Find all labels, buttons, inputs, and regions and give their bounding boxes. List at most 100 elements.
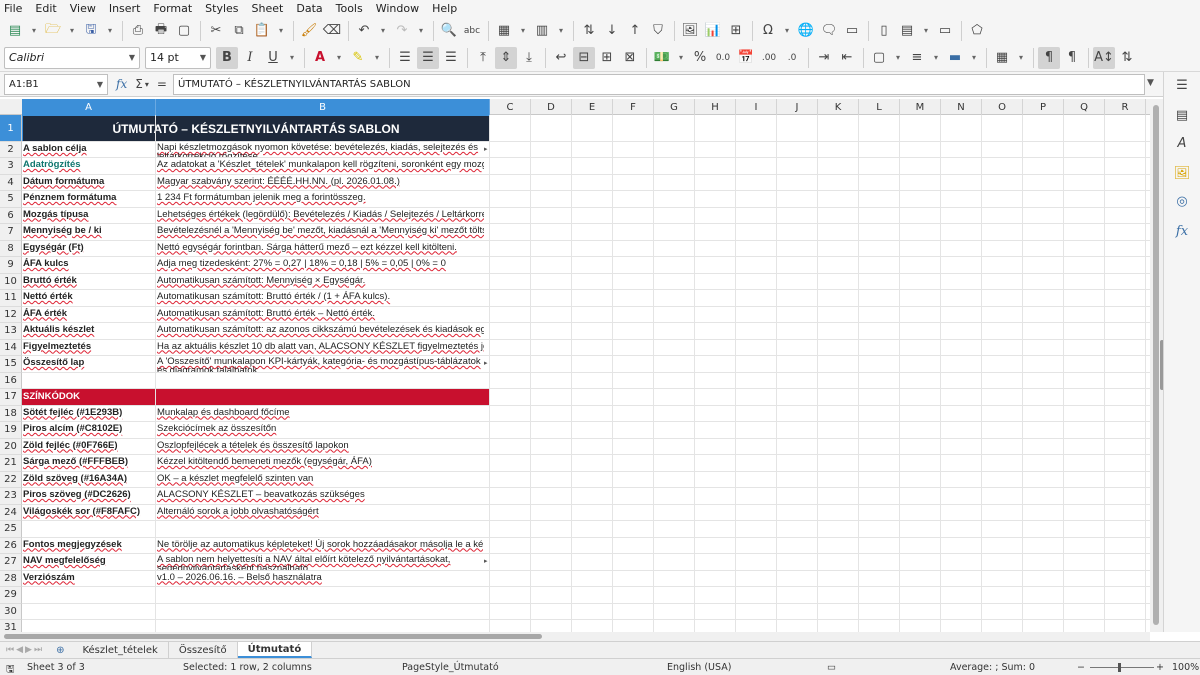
clone-formatting-icon[interactable]: 🖌 bbox=[298, 20, 320, 42]
tab-osszesito[interactable]: Összesítő bbox=[169, 642, 238, 658]
underline-button[interactable]: U bbox=[262, 47, 284, 69]
align-center-icon[interactable]: ☰ bbox=[417, 46, 439, 69]
border-color-dropdown-icon[interactable]: ▾ bbox=[967, 47, 981, 69]
currency-format-icon[interactable]: 💵 bbox=[651, 47, 673, 69]
cell-a14[interactable]: Figyelmeztetés bbox=[22, 341, 154, 356]
cut-icon[interactable]: ✂ bbox=[205, 20, 227, 42]
menu-item-sheet[interactable]: Sheet bbox=[252, 2, 284, 15]
column-header-j[interactable]: J bbox=[777, 99, 818, 115]
sort-icon[interactable]: ⇅ bbox=[578, 20, 600, 42]
borders-dropdown-icon[interactable]: ▾ bbox=[891, 47, 905, 69]
column-header-m[interactable]: M bbox=[900, 99, 941, 115]
hyperlink-icon[interactable]: 🌐 bbox=[795, 20, 817, 42]
column-header-i[interactable]: I bbox=[736, 99, 777, 115]
italic-button[interactable]: I bbox=[239, 47, 261, 69]
cell-b23[interactable]: ALACSONY KÉSZLET – beavatkozás szükséges bbox=[156, 489, 484, 504]
cell-a15[interactable]: Összesítő lap bbox=[22, 357, 154, 372]
cell-b11[interactable]: Automatikusan számított: Bruttó érték / … bbox=[156, 291, 484, 306]
column-dropdown-icon[interactable]: ▾ bbox=[554, 20, 568, 42]
comment-icon[interactable]: 🗨 bbox=[818, 20, 840, 42]
formula-input[interactable]: ÚTMUTATÓ – KÉSZLETNYILVÁNTARTÁS SABLON bbox=[173, 74, 1145, 95]
cell-b3[interactable]: Az adatokat a 'Készlet_tételek' munkalap… bbox=[156, 159, 484, 174]
cell-b14[interactable]: Ha az aktuális készlet 10 db alatt van, … bbox=[156, 341, 484, 356]
number-format-button[interactable]: 0.0 bbox=[712, 47, 734, 69]
currency-dropdown-icon[interactable]: ▾ bbox=[674, 47, 688, 69]
special-character-dropdown-icon[interactable]: ▾ bbox=[780, 20, 794, 42]
expand-formula-bar-icon[interactable]: ▼ bbox=[1147, 78, 1154, 88]
cell-b21[interactable]: Kézzel kitöltendő bemeneti mezők (egység… bbox=[156, 456, 484, 471]
sum-dropdown-icon[interactable]: ▾ bbox=[145, 80, 149, 89]
wrap-text-icon[interactable]: ↩ bbox=[550, 47, 572, 69]
cell-a8[interactable]: Egységár (Ft) bbox=[22, 242, 154, 257]
border-style-icon[interactable]: ≡ bbox=[906, 47, 928, 69]
properties-icon[interactable]: ▤ bbox=[1173, 106, 1191, 124]
column-header-r[interactable]: R bbox=[1105, 99, 1146, 115]
cell-b22[interactable]: OK – a készlet megfelelő szinten van bbox=[156, 473, 484, 488]
column-header-a[interactable]: A bbox=[22, 99, 156, 115]
row-header-14[interactable]: 14 bbox=[0, 339, 22, 356]
undo-icon[interactable]: ↶ bbox=[353, 20, 375, 42]
save-dropdown-icon[interactable]: ▾ bbox=[103, 20, 117, 42]
zoom-out-icon[interactable]: − bbox=[1077, 662, 1085, 673]
insert-image-icon[interactable]: 🖼 bbox=[679, 20, 701, 42]
cell-a20[interactable]: Zöld fejléc (#0F766E) bbox=[22, 440, 154, 455]
cell-a5[interactable]: Pénznem formátuma bbox=[22, 192, 154, 207]
menu-item-edit[interactable]: Edit bbox=[35, 2, 56, 15]
row-header-20[interactable]: 20 bbox=[0, 438, 22, 455]
cell-b15[interactable]: A 'Összesítő' munkalapon KPI-kártyák, ka… bbox=[156, 357, 484, 372]
cell-a28[interactable]: Verziószám bbox=[22, 572, 154, 587]
ltr-text-icon[interactable]: ¶ bbox=[1038, 46, 1060, 69]
menu-item-tools[interactable]: Tools bbox=[336, 2, 363, 15]
column-header-e[interactable]: E bbox=[572, 99, 613, 115]
sum-icon[interactable]: Σ bbox=[135, 77, 143, 91]
row-header-3[interactable]: 3 bbox=[0, 158, 22, 175]
open-dropdown-icon[interactable]: ▾ bbox=[65, 20, 79, 42]
formula-equals-icon[interactable]: = bbox=[157, 77, 167, 91]
row-header-19[interactable]: 19 bbox=[0, 422, 22, 439]
align-right-icon[interactable]: ☰ bbox=[440, 47, 462, 69]
function-wizard-icon[interactable]: fx bbox=[116, 77, 127, 91]
print-icon[interactable]: 🖶 bbox=[150, 20, 172, 42]
row-header-13[interactable]: 13 bbox=[0, 323, 22, 340]
zoom-in-icon[interactable]: + bbox=[1156, 662, 1164, 673]
font-name-box[interactable]: Calibri ▼ bbox=[4, 46, 140, 69]
row-header-7[interactable]: 7 bbox=[0, 224, 22, 241]
cell-a24[interactable]: Világoskék sor (#F8FAFC) bbox=[22, 506, 154, 521]
print-preview-icon[interactable]: ▢ bbox=[173, 20, 195, 42]
styles-icon[interactable]: A bbox=[1173, 134, 1191, 152]
row-header-21[interactable]: 21 bbox=[0, 455, 22, 472]
menu-item-format[interactable]: Format bbox=[153, 2, 192, 15]
sort-descending-icon[interactable]: ↑ bbox=[624, 20, 646, 42]
underline-dropdown-icon[interactable]: ▾ bbox=[285, 47, 299, 69]
cell-a3[interactable]: Adatrögzítés bbox=[22, 159, 154, 174]
hamburger-menu-icon[interactable]: ☰ bbox=[1173, 76, 1191, 94]
name-box[interactable]: A1:B1 ▼ bbox=[4, 73, 108, 95]
font-color-dropdown-icon[interactable]: ▾ bbox=[332, 47, 346, 69]
menu-item-data[interactable]: Data bbox=[296, 2, 322, 15]
cell-b24[interactable]: Alternáló sorok a jobb olvashatóságért bbox=[156, 506, 484, 521]
tab-keszlet-tetelek[interactable]: Készlet_tételek bbox=[72, 642, 169, 658]
cell-b8[interactable]: Nettó egységár forintban. Sárga hátterű … bbox=[156, 242, 484, 257]
cell-b7[interactable]: Bevételezésnél a 'Mennyiség be' mezőt, k… bbox=[156, 225, 484, 240]
open-folder-icon[interactable]: 🗁 bbox=[42, 20, 64, 42]
column-header-q[interactable]: Q bbox=[1064, 99, 1105, 115]
cell-a9[interactable]: ÁFA kulcs bbox=[22, 258, 154, 273]
add-sheet-icon[interactable]: ⊕ bbox=[56, 645, 64, 656]
cell-b13[interactable]: Automatikusan számított: az azonos cikks… bbox=[156, 324, 484, 339]
previous-sheet-icon[interactable]: ◀ bbox=[16, 645, 23, 655]
row-header-23[interactable]: 23 bbox=[0, 488, 22, 505]
cell-b5[interactable]: 1 234 Ft formátumban jelenik meg a forin… bbox=[156, 192, 484, 207]
menu-item-window[interactable]: Window bbox=[376, 2, 419, 15]
title-cell[interactable]: ÚTMUTATÓ – KÉSZLETNYILVÁNTARTÁS SABLON bbox=[22, 115, 490, 142]
cell-a21[interactable]: Sárga mező (#FFFBEB) bbox=[22, 456, 154, 471]
next-sheet-icon[interactable]: ▶ bbox=[25, 645, 32, 655]
cell-a27[interactable]: NAV megfelelőség bbox=[22, 555, 154, 570]
tab-utmutato[interactable]: Útmutató bbox=[237, 642, 313, 658]
increase-indent-icon[interactable]: ⇥ bbox=[813, 47, 835, 69]
column-icon[interactable]: ▥ bbox=[531, 20, 553, 42]
row-header-22[interactable]: 22 bbox=[0, 471, 22, 488]
spelling-icon[interactable]: abc bbox=[461, 20, 483, 42]
font-color-icon[interactable]: A bbox=[309, 47, 331, 69]
merge-center-icon[interactable]: ⊟ bbox=[573, 46, 595, 69]
cell-a4[interactable]: Dátum formátuma bbox=[22, 176, 154, 191]
